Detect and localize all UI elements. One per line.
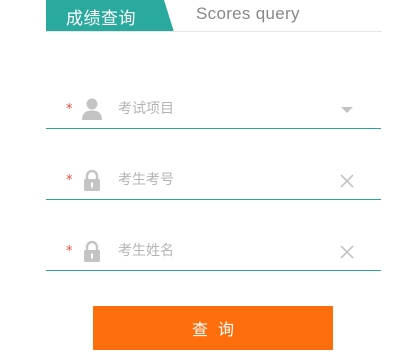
exam-item-field[interactable]: * xyxy=(46,92,381,129)
candidate-number-input[interactable] xyxy=(118,169,338,191)
tab-header: 成绩查询 Scores query xyxy=(46,0,382,32)
tab-divider xyxy=(46,31,382,32)
candidate-name-input[interactable] xyxy=(118,240,338,262)
required-mark: * xyxy=(66,173,73,188)
lock-icon xyxy=(82,240,102,262)
required-mark: * xyxy=(66,102,73,117)
required-mark: * xyxy=(66,244,73,259)
lock-icon xyxy=(82,169,102,191)
candidate-name-field[interactable]: * xyxy=(46,234,381,271)
tab-scores-query-en[interactable]: Scores query xyxy=(196,4,300,24)
clear-icon[interactable] xyxy=(339,244,355,260)
clear-icon[interactable] xyxy=(339,173,355,189)
candidate-number-field[interactable]: * xyxy=(46,163,381,200)
tab-active-label: 成绩查询 xyxy=(66,9,136,29)
user-icon xyxy=(82,98,102,120)
query-button[interactable]: 查询 xyxy=(93,306,333,350)
exam-item-select[interactable] xyxy=(118,98,338,120)
dropdown-arrow-icon[interactable] xyxy=(339,102,355,118)
tab-score-query-cn[interactable]: 成绩查询 xyxy=(46,0,174,32)
